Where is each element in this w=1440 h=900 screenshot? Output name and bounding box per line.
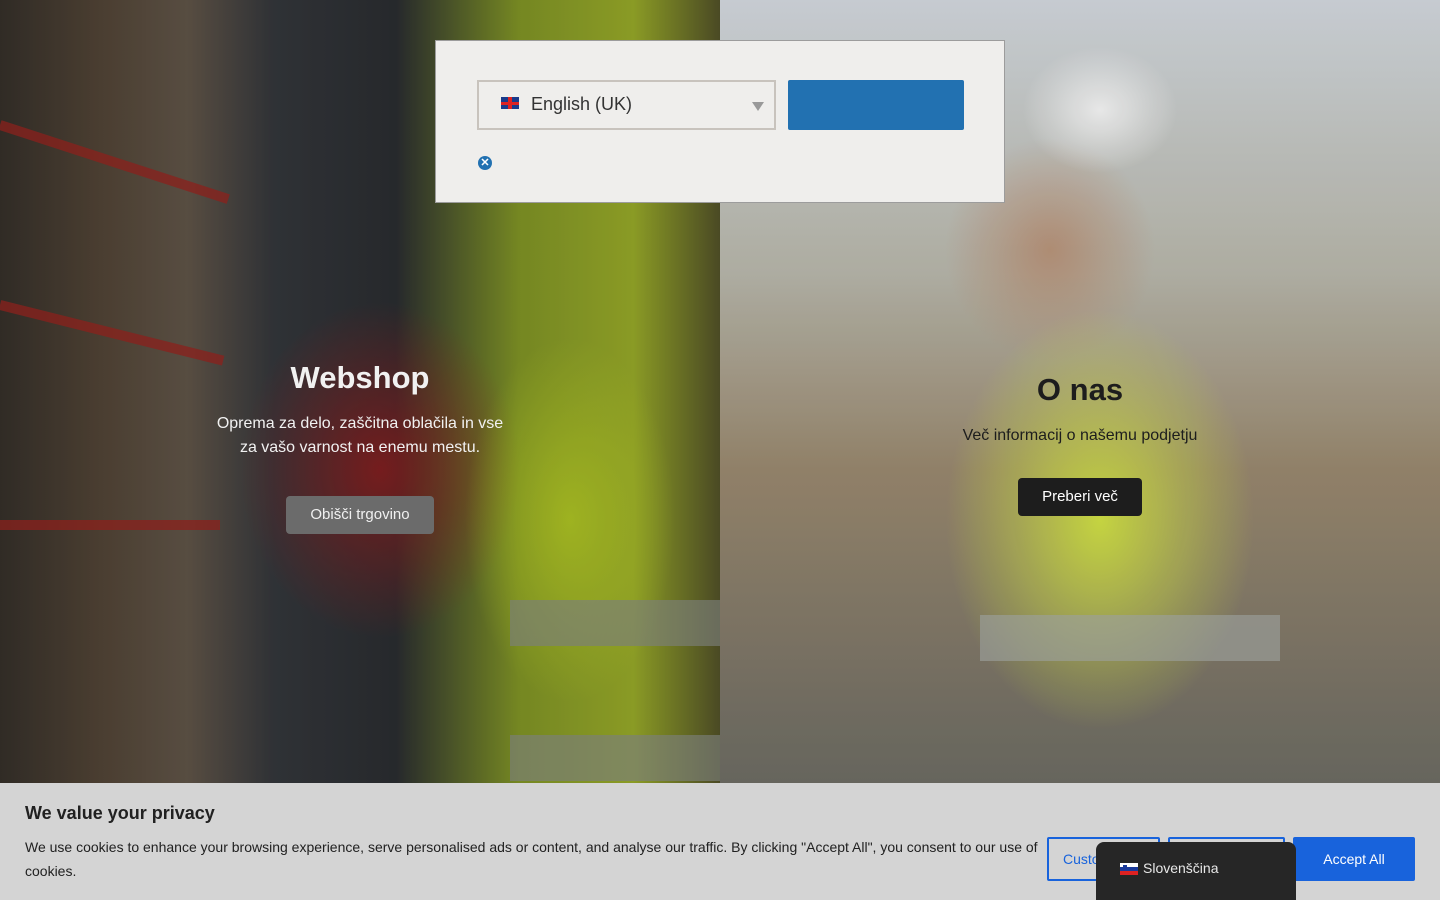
language-select[interactable]: English (UK) (477, 80, 776, 130)
language-switcher-label: Slovenščina (1143, 860, 1219, 876)
language-modal: English (UK) ✕ (435, 40, 1005, 203)
about-block: O nas Več informacij o našemu podjetju P… (920, 372, 1240, 516)
about-description: Več informacij o našemu podjetju (962, 427, 1198, 444)
close-icon[interactable]: ✕ (478, 156, 492, 170)
webshop-description: Oprema za delo, zaščitna oblačila in vse… (216, 415, 504, 456)
chevron-down-icon (752, 102, 764, 111)
about-title: O nas (1036, 372, 1124, 407)
webshop-title: Webshop (290, 360, 430, 395)
read-more-button[interactable]: Preberi več (1018, 478, 1142, 516)
cookie-description: We use cookies to enhance your browsing … (25, 839, 1038, 879)
webshop-block: Webshop Oprema za delo, zaščitna oblačil… (210, 360, 510, 534)
language-select-value: English (UK) (531, 94, 633, 114)
flag-uk-icon (501, 97, 519, 109)
language-go-button[interactable] (788, 80, 964, 130)
accept-all-button[interactable]: Accept All (1293, 837, 1415, 881)
language-switcher[interactable]: Slovenščina (1096, 842, 1296, 900)
cookie-title: We value your privacy (25, 803, 215, 823)
flag-si-icon (1120, 863, 1138, 875)
visit-shop-button[interactable]: Obišči trgovino (286, 496, 434, 534)
